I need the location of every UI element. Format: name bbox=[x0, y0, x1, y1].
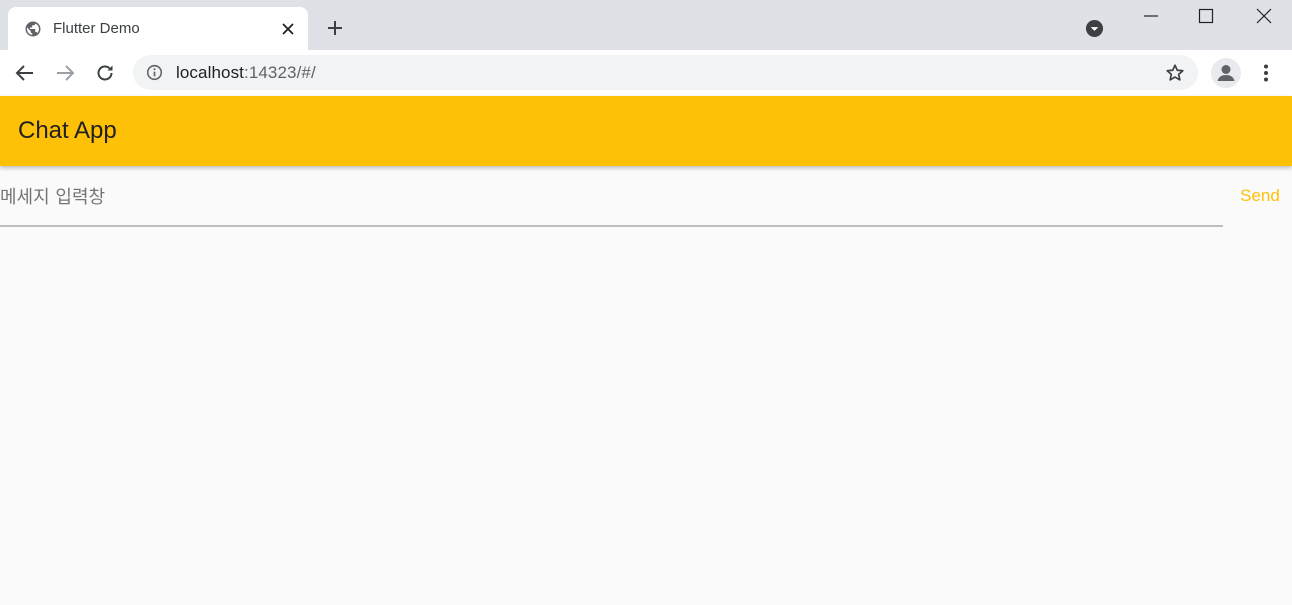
info-icon[interactable] bbox=[146, 64, 163, 81]
browser-toolbar: localhost:14323/#/ bbox=[0, 50, 1292, 96]
globe-icon bbox=[25, 21, 41, 37]
browser-tab[interactable]: Flutter Demo bbox=[8, 7, 308, 50]
message-input[interactable] bbox=[0, 180, 1223, 227]
minimize-icon[interactable] bbox=[1139, 4, 1163, 28]
url-host: localhost bbox=[176, 63, 244, 82]
chevron-down-circle-icon[interactable] bbox=[1085, 19, 1104, 38]
profile-avatar[interactable] bbox=[1211, 58, 1241, 88]
message-composer: Send bbox=[0, 166, 1292, 230]
app-title: Chat App bbox=[18, 117, 117, 144]
close-icon[interactable] bbox=[280, 21, 296, 37]
url-text[interactable]: localhost:14323/#/ bbox=[176, 63, 316, 83]
url-path: :14323/#/ bbox=[244, 63, 316, 82]
maximize-icon[interactable] bbox=[1194, 4, 1218, 28]
arrow-right-icon[interactable] bbox=[53, 61, 77, 85]
tab-title: Flutter Demo bbox=[53, 20, 140, 37]
window-close-icon[interactable] bbox=[1252, 4, 1276, 28]
app-bar: Chat App bbox=[0, 96, 1292, 166]
arrow-left-icon[interactable] bbox=[13, 61, 37, 85]
tab-strip: Flutter Demo bbox=[0, 0, 1292, 50]
star-icon[interactable] bbox=[1164, 62, 1186, 84]
send-button[interactable]: Send bbox=[1232, 184, 1288, 208]
address-bar[interactable]: localhost:14323/#/ bbox=[133, 55, 1198, 90]
reload-icon[interactable] bbox=[93, 61, 117, 85]
person-icon bbox=[1217, 65, 1235, 81]
plus-icon[interactable] bbox=[325, 18, 345, 38]
kebab-menu-icon[interactable] bbox=[1254, 61, 1278, 85]
